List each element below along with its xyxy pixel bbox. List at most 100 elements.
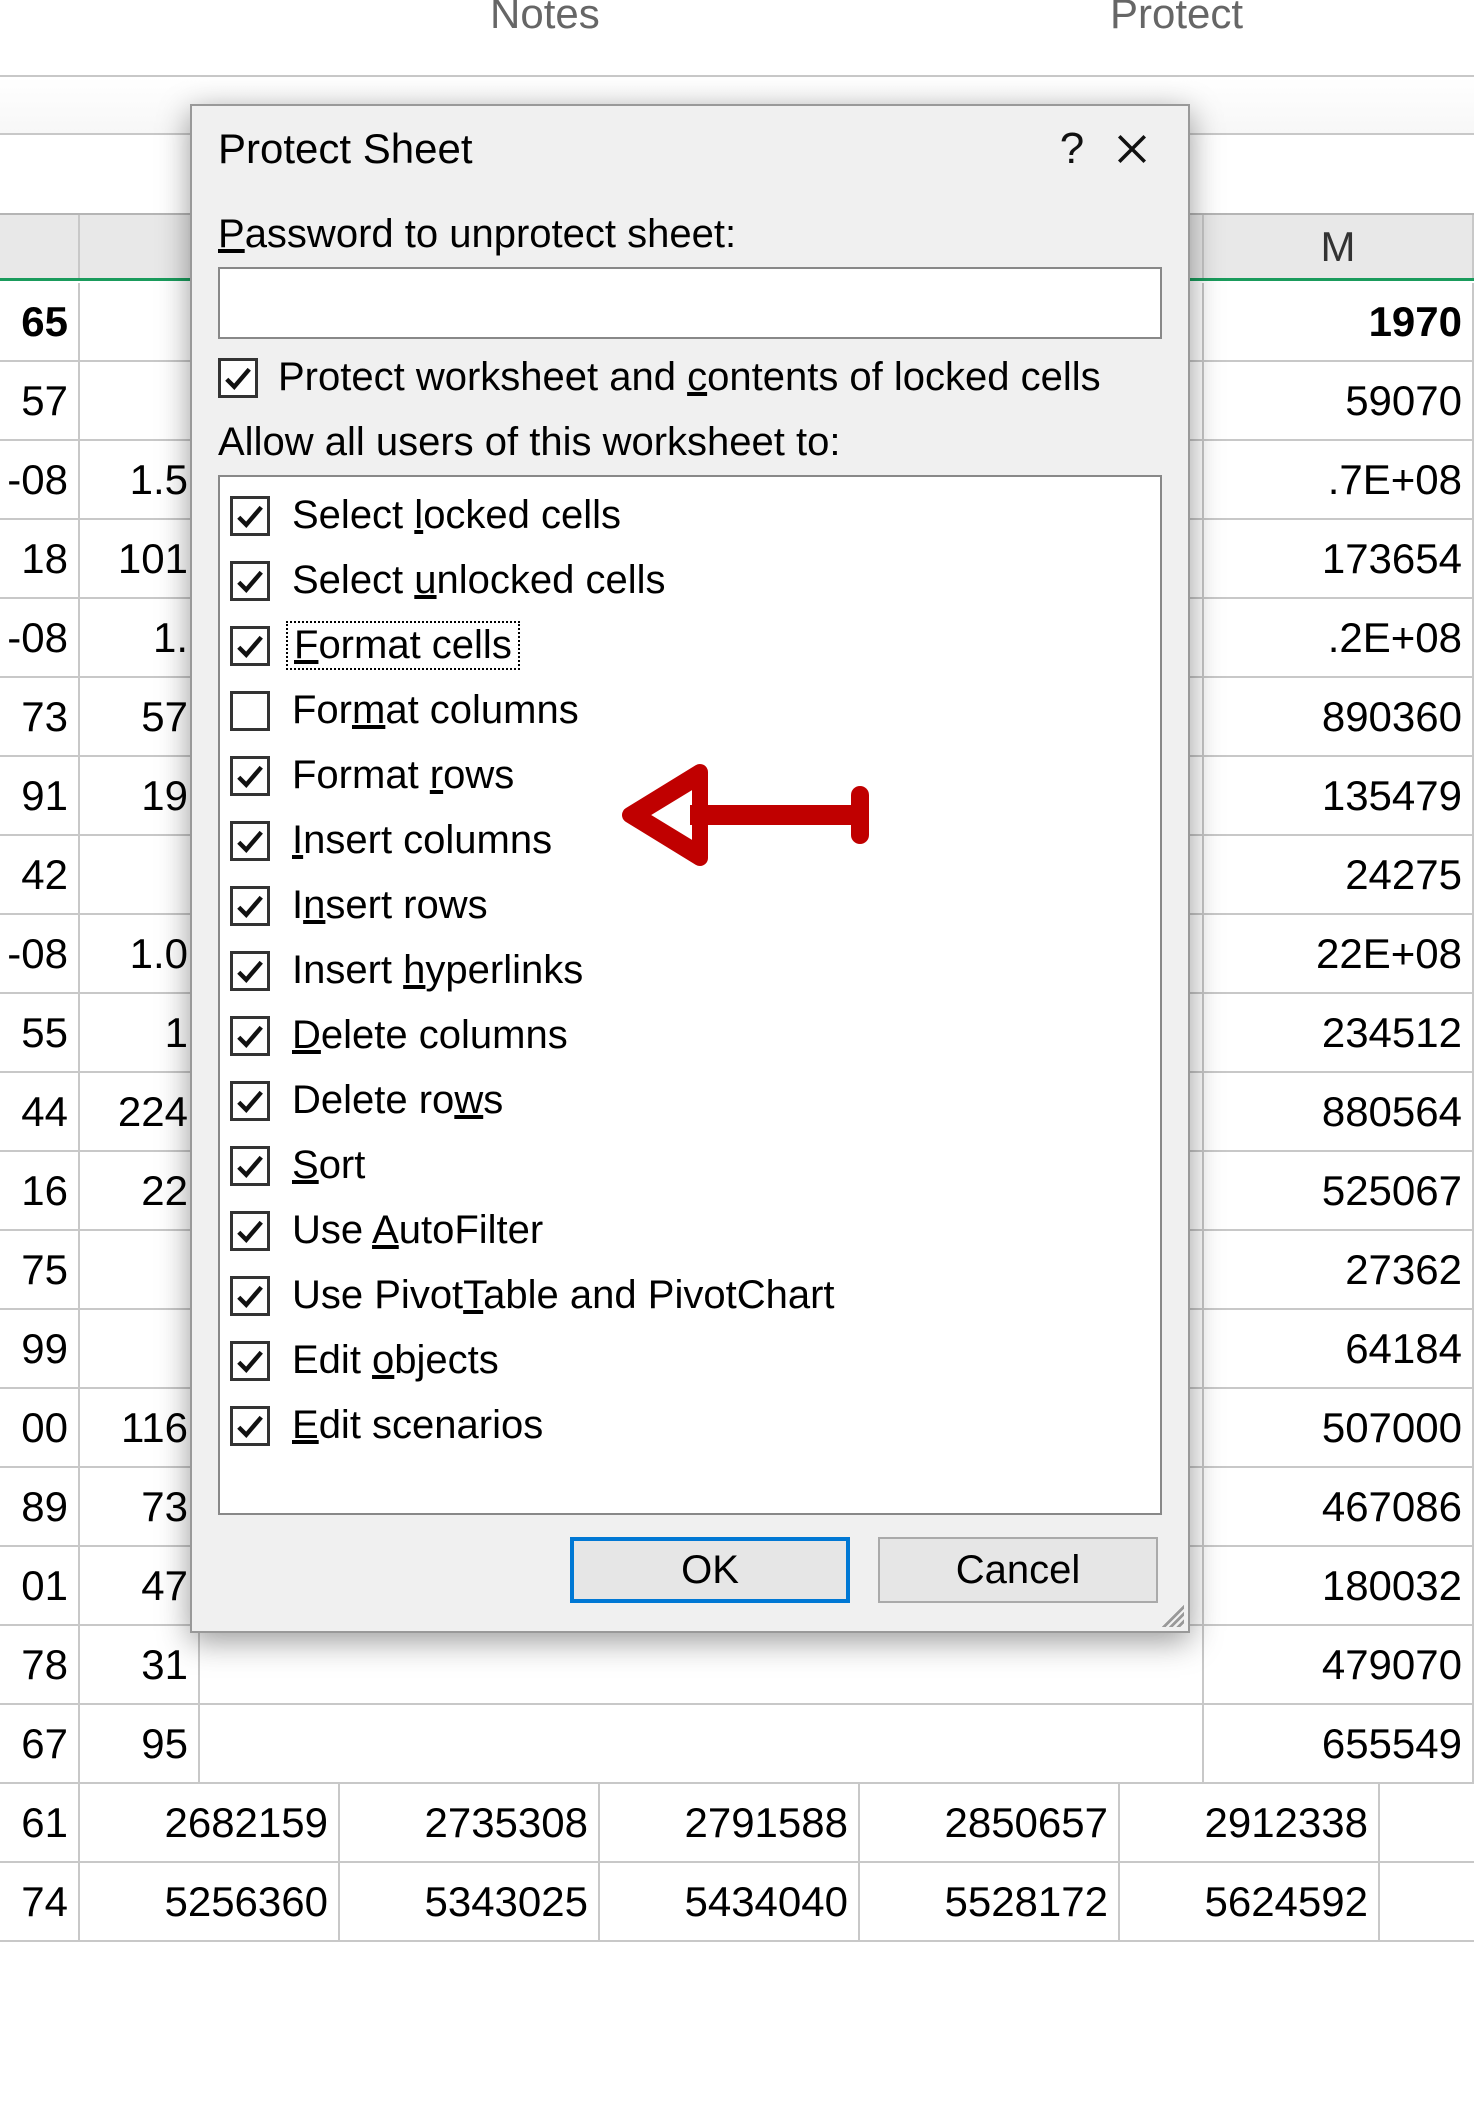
table-cell[interactable]: 73 (0, 678, 80, 755)
close-button[interactable] (1102, 132, 1162, 166)
table-cell[interactable] (80, 1231, 200, 1308)
resize-grip[interactable] (1156, 1599, 1184, 1627)
table-cell[interactable]: 1 (80, 994, 200, 1071)
table-cell[interactable]: 75 (0, 1231, 80, 1308)
permission-checkbox[interactable] (230, 496, 270, 536)
permission-delete-columns[interactable]: Delete columns (230, 1003, 1150, 1068)
permission-checkbox[interactable] (230, 821, 270, 861)
table-cell[interactable]: 135479 (1204, 757, 1474, 834)
permission-use-pivottable-and-pivotchart[interactable]: Use PivotTable and PivotChart (230, 1263, 1150, 1328)
table-cell[interactable]: 116 (80, 1389, 200, 1466)
table-cell[interactable]: 234512 (1204, 994, 1474, 1071)
table-cell[interactable]: .2E+08 (1204, 599, 1474, 676)
table-cell[interactable]: 2791588 (600, 1784, 860, 1861)
table-cell[interactable]: 5434040 (600, 1863, 860, 1940)
permission-sort[interactable]: Sort (230, 1133, 1150, 1198)
permission-format-columns[interactable]: Format columns (230, 678, 1150, 743)
permission-format-rows[interactable]: Format rows (230, 743, 1150, 808)
column-header-m[interactable]: M (1204, 215, 1474, 278)
dialog-titlebar[interactable]: Protect Sheet ? (192, 106, 1188, 192)
permission-insert-rows[interactable]: Insert rows (230, 873, 1150, 938)
table-cell[interactable]: 65 (0, 283, 80, 360)
permission-insert-columns[interactable]: Insert columns (230, 808, 1150, 873)
table-cell[interactable]: 64184 (1204, 1310, 1474, 1387)
table-cell[interactable]: 479070 (1204, 1626, 1474, 1703)
ok-button[interactable]: OK (570, 1537, 850, 1603)
permissions-list[interactable]: Select locked cellsSelect unlocked cells… (218, 475, 1162, 1515)
table-cell[interactable]: 47 (80, 1547, 200, 1624)
permission-edit-objects[interactable]: Edit objects (230, 1328, 1150, 1393)
table-cell[interactable]: 22 (80, 1152, 200, 1229)
table-cell[interactable]: 57 (0, 362, 80, 439)
table-cell[interactable]: -08 (0, 441, 80, 518)
table-cell[interactable]: 507000 (1204, 1389, 1474, 1466)
help-button[interactable]: ? (1042, 124, 1102, 174)
permission-checkbox[interactable] (230, 1341, 270, 1381)
table-cell[interactable]: 101 (80, 520, 200, 597)
permission-edit-scenarios[interactable]: Edit scenarios (230, 1393, 1150, 1458)
permission-insert-hyperlinks[interactable]: Insert hyperlinks (230, 938, 1150, 1003)
permission-checkbox[interactable] (230, 1276, 270, 1316)
table-cell[interactable]: 890360 (1204, 678, 1474, 755)
permission-checkbox[interactable] (230, 561, 270, 601)
table-cell[interactable]: 19 (80, 757, 200, 834)
table-cell[interactable]: 2912338 (1120, 1784, 1380, 1861)
permission-checkbox[interactable] (230, 951, 270, 991)
table-cell[interactable]: 91 (0, 757, 80, 834)
table-cell[interactable]: 73 (80, 1468, 200, 1545)
table-cell[interactable]: .7E+08 (1204, 441, 1474, 518)
table-cell[interactable] (80, 1310, 200, 1387)
permission-delete-rows[interactable]: Delete rows (230, 1068, 1150, 1133)
permission-checkbox[interactable] (230, 1146, 270, 1186)
table-cell[interactable]: 1.0 (80, 915, 200, 992)
table-cell[interactable]: -08 (0, 599, 80, 676)
table-cell[interactable]: 78 (0, 1626, 80, 1703)
protect-contents-row[interactable]: Protect worksheet and contents of locked… (218, 355, 1162, 400)
table-cell[interactable]: 61 (0, 1784, 80, 1861)
table-cell[interactable]: 2682159 (80, 1784, 340, 1861)
table-cell[interactable]: 5343025 (340, 1863, 600, 1940)
table-cell[interactable]: 5624592 (1120, 1863, 1380, 1940)
table-cell[interactable]: 59070 (1204, 362, 1474, 439)
table-cell[interactable]: 2850657 (860, 1784, 1120, 1861)
permission-use-autofilter[interactable]: Use AutoFilter (230, 1198, 1150, 1263)
table-cell[interactable]: 74 (0, 1863, 80, 1940)
table-cell[interactable] (80, 283, 200, 360)
table-cell[interactable]: 655549 (1204, 1705, 1474, 1782)
table-cell[interactable]: 180032 (1204, 1547, 1474, 1624)
permission-checkbox[interactable] (230, 1081, 270, 1121)
table-cell[interactable] (200, 1626, 1204, 1703)
permission-checkbox[interactable] (230, 1211, 270, 1251)
table-cell[interactable]: 173654 (1204, 520, 1474, 597)
table-cell[interactable]: 18 (0, 520, 80, 597)
table-cell[interactable]: 22E+08 (1204, 915, 1474, 992)
permission-select-locked-cells[interactable]: Select locked cells (230, 483, 1150, 548)
password-input[interactable] (218, 267, 1162, 339)
table-cell[interactable]: 44 (0, 1073, 80, 1150)
table-cell[interactable]: 1970 (1204, 283, 1474, 360)
table-cell[interactable]: 95 (80, 1705, 200, 1782)
permission-checkbox[interactable] (230, 1016, 270, 1056)
table-cell[interactable]: 55 (0, 994, 80, 1071)
table-cell[interactable]: 224 (80, 1073, 200, 1150)
table-cell[interactable] (200, 1705, 1204, 1782)
table-cell[interactable]: -08 (0, 915, 80, 992)
permission-select-unlocked-cells[interactable]: Select unlocked cells (230, 548, 1150, 613)
table-cell[interactable]: 00 (0, 1389, 80, 1466)
table-cell[interactable]: 42 (0, 836, 80, 913)
table-cell[interactable]: 2735308 (340, 1784, 600, 1861)
table-cell[interactable]: 89 (0, 1468, 80, 1545)
table-cell[interactable]: 24275 (1204, 836, 1474, 913)
table-cell[interactable]: 5528172 (860, 1863, 1120, 1940)
permission-checkbox[interactable] (230, 1406, 270, 1446)
permission-checkbox[interactable] (230, 626, 270, 666)
table-cell[interactable]: 880564 (1204, 1073, 1474, 1150)
table-cell[interactable] (80, 836, 200, 913)
permission-checkbox[interactable] (230, 756, 270, 796)
protect-contents-checkbox[interactable] (218, 358, 258, 398)
table-cell[interactable] (80, 362, 200, 439)
table-cell[interactable]: 31 (80, 1626, 200, 1703)
permission-checkbox[interactable] (230, 691, 270, 731)
permission-checkbox[interactable] (230, 886, 270, 926)
permission-format-cells[interactable]: Format cells (230, 613, 1150, 678)
